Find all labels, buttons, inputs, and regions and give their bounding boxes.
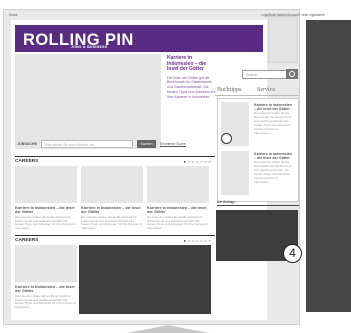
job-search-input[interactable]: Bitte wählen Sie einen Bereich aus [41, 140, 133, 148]
sidebar-item[interactable]: Karriere in Indonesien – die Insel der G… [221, 150, 297, 196]
sidebar-item[interactable]: Karriere in Indonesien – die Insel der G… [221, 101, 297, 147]
bottom-tab-shape [127, 325, 209, 333]
card-image[interactable] [15, 245, 77, 282]
carousel-nav[interactable]: ● ○ ○ ○ ○ < > [184, 238, 211, 243]
hero-body: Die Insel der Götter gilt als Benchmark … [167, 75, 216, 99]
sidebar-item-image[interactable] [221, 151, 249, 195]
section-title: CAREERS [15, 159, 39, 164]
hero-image[interactable] [15, 54, 161, 149]
job-search-placeholder: Bitte wählen Sie einen Bereich aus [45, 143, 95, 147]
card-body: Die Insel der Götter gilt als Benchmark … [147, 214, 209, 231]
sidebar-item-body: Die Insel der Götter gilt als Benchmark … [254, 160, 292, 184]
card-title[interactable]: Karriere in Indonesien – die Insel der G… [147, 206, 209, 215]
advanced-search-link[interactable]: Erweiterte Suche [160, 142, 186, 146]
sidebar-item-text: Karriere in Indonesien – die Insel der G… [254, 103, 294, 136]
tab-service[interactable]: Service [257, 87, 275, 93]
hero-text: Karriere in Indonesien – die Insel der G… [167, 55, 217, 99]
job-search-button[interactable]: Suchen [137, 140, 156, 148]
sidebar-item-body: Die Insel der Götter gilt als Benchmark … [254, 111, 292, 135]
divider [217, 205, 299, 206]
section-header-careers: CAREERS ● ○ ○ ○ ○ < > [15, 235, 215, 244]
article-card[interactable]: Karriere in Indonesien – die Insel der G… [15, 245, 77, 310]
job-search-label: JOBSUCHE [17, 142, 37, 146]
sidebar-item-title[interactable]: Karriere in Indonesien – die Insel der G… [254, 103, 294, 111]
tab-buchtipps[interactable]: Buchtipps [217, 87, 241, 93]
sidebar-panel: Karriere in Indonesien – die Insel der G… [217, 98, 299, 202]
right-dark-panel [306, 20, 351, 312]
search-input[interactable]: Search [242, 70, 288, 79]
dark-ad-block[interactable] [79, 245, 211, 314]
section-header-careers: CAREERS ● ○ ○ ○ ○ < > [15, 156, 215, 165]
section-title: CAREERS [15, 238, 39, 243]
article-card[interactable]: Karriere in Indonesien – die Insel der G… [15, 166, 77, 231]
sidebar-tabs: Buchtipps Service [215, 86, 299, 96]
sidebar-item-title[interactable]: Karriere in Indonesien – die Insel der G… [254, 152, 294, 160]
card-image[interactable] [81, 166, 143, 203]
search-icon[interactable] [286, 69, 298, 79]
job-search-bar: JOBSUCHE Bitte wählen Sie einen Bereich … [15, 138, 212, 152]
card-body: Die Insel der Götter gilt als Benchmark … [81, 214, 143, 231]
article-card[interactable]: Karriere in Indonesien – die Insel der G… [81, 166, 143, 231]
cursor-circle-marker [221, 133, 232, 144]
home-link[interactable]: Home [9, 13, 18, 17]
header-banner[interactable]: ROLLING PIN JOBS & BUSINESS [15, 25, 263, 52]
card-image[interactable] [15, 166, 77, 203]
card-body: Die Insel der Götter gilt als Benchmark … [15, 293, 77, 310]
all-posts-link[interactable]: Alle Beiträge [217, 200, 235, 204]
callout-number: 4 [283, 244, 302, 263]
card-body: Die Insel der Götter gilt als Benchmark … [15, 214, 77, 231]
card-title[interactable]: Karriere in Indonesien – die Insel der G… [15, 285, 77, 294]
card-image[interactable] [147, 166, 209, 203]
top-bar: Home Login Noch keinen Account? Jetzt re… [4, 10, 325, 20]
carousel-nav[interactable]: ● ○ ○ ○ ○ < > [184, 159, 211, 164]
hero-title[interactable]: Karriere in Indonesien – die Insel der G… [167, 55, 217, 73]
card-title[interactable]: Karriere in Indonesien – die Insel der G… [81, 206, 143, 215]
sidebar-ad-placeholder [268, 16, 298, 63]
search-placeholder: Search [246, 73, 258, 77]
logo-tagline: JOBS & BUSINESS [71, 45, 108, 49]
card-title[interactable]: Karriere in Indonesien – die Insel der G… [15, 206, 77, 215]
article-card[interactable]: Karriere in Indonesien – die Insel der G… [147, 166, 209, 231]
sidebar-item-text: Karriere in Indonesien – die Insel der G… [254, 152, 294, 185]
